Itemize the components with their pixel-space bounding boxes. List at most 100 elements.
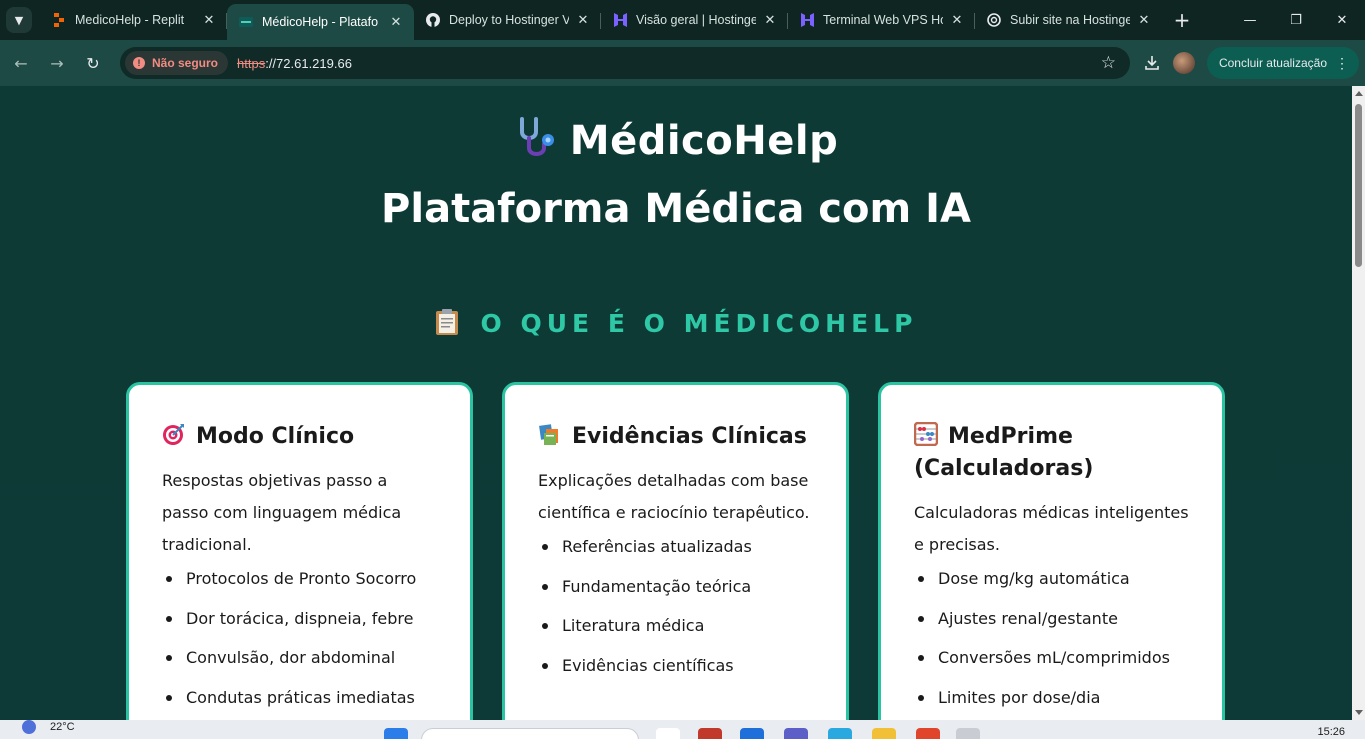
tab-list: MedicoHelp - Replit ✕ MédicoHelp - Plata… (40, 0, 1196, 40)
back-icon[interactable]: ← (6, 48, 36, 78)
tab-search-button[interactable]: ▼ (6, 7, 32, 33)
taskbar-search[interactable] (421, 728, 639, 739)
url-text[interactable]: https://72.61.219.66 (237, 56, 352, 71)
list-item: Dose mg/kg automática (914, 569, 1189, 589)
brand-title: MédicoHelp (569, 118, 839, 164)
abacus-icon (913, 421, 939, 447)
teams-icon[interactable] (784, 728, 808, 739)
section-title: O QUE É O MÉDICOHELP (480, 309, 918, 338)
scroll-up-icon[interactable] (1355, 91, 1363, 96)
bookmark-star-icon[interactable]: ☆ (1101, 53, 1116, 73)
minimize-icon[interactable]: — (1227, 0, 1273, 40)
new-tab-button[interactable]: + (1168, 6, 1196, 34)
tab-title: MedicoHelp - Replit (75, 13, 185, 27)
list-item: Ajustes renal/gestante (914, 609, 1189, 629)
app-icon[interactable] (698, 728, 722, 739)
tab-strip: ▼ MedicoHelp - Replit ✕ MédicoHelp - Pla… (0, 0, 1365, 40)
url-host: ://72.61.219.66 (265, 55, 352, 71)
close-icon[interactable]: ✕ (388, 14, 404, 30)
clock[interactable]: 15:26 (1317, 726, 1345, 738)
page-subtitle: Plataforma Médica com IA (381, 186, 971, 232)
card-feature-list: Dose mg/kg automática Ajustes renal/gest… (914, 569, 1189, 708)
edge-icon[interactable] (740, 728, 764, 739)
close-icon[interactable]: ✕ (949, 12, 965, 28)
tab-deploy-hostinger[interactable]: Deploy to Hostinger V ✕ (414, 3, 601, 37)
chrome-icon[interactable] (956, 728, 980, 739)
card-title: MedPrime (Calculadoras) (914, 424, 1094, 481)
download-icon[interactable] (1137, 48, 1167, 78)
update-button[interactable]: Concluir atualização ⋮ (1206, 47, 1359, 79)
hostinger-icon (800, 13, 814, 27)
close-icon[interactable]: ✕ (1136, 12, 1152, 28)
card-description: Explicações detalhadas com base científi… (538, 471, 810, 522)
tab-title: Terminal Web VPS Ho (823, 13, 943, 27)
security-label: Não seguro (152, 56, 219, 70)
profile-avatar[interactable] (1172, 52, 1195, 74)
window-controls: — ❐ ✕ (1227, 0, 1365, 40)
list-item: Protocolos de Pronto Socorro (162, 569, 437, 589)
address-bar[interactable]: ! Não seguro https://72.61.219.66 ☆ (120, 47, 1130, 79)
list-item: Convulsão, dor abdominal (162, 648, 437, 668)
list-item: Literatura médica (538, 616, 813, 636)
browser-toolbar: ← → ↻ ! Não seguro https://72.61.219.66 … (0, 40, 1365, 86)
list-item: Referências atualizadas (538, 537, 813, 557)
toolbar-right: Concluir atualização ⋮ (1137, 40, 1365, 86)
tab-visao-geral-hostinger[interactable]: Visão geral | Hostinge ✕ (601, 3, 788, 37)
more-menu-icon[interactable]: ⋮ (1335, 55, 1349, 72)
list-item: Dor torácica, dispneia, febre (162, 609, 437, 629)
list-item: Fundamentação teórica (538, 577, 813, 597)
list-item: Limites por dose/dia (914, 688, 1189, 708)
store-icon[interactable] (828, 728, 852, 739)
replit-icon (52, 13, 66, 27)
windows-taskbar: 22°C 15:26 (0, 720, 1365, 739)
site-icon (239, 15, 253, 29)
books-icon (538, 422, 562, 446)
github-icon (426, 13, 440, 27)
tab-medicohelp-replit[interactable]: MedicoHelp - Replit ✕ (40, 3, 227, 37)
file-explorer-icon[interactable] (872, 728, 896, 739)
card-description: Respostas objetivas passo a passo com li… (162, 471, 402, 554)
scrollbar-thumb[interactable] (1355, 104, 1362, 267)
close-window-icon[interactable]: ✕ (1319, 0, 1365, 40)
reload-icon[interactable]: ↻ (78, 48, 108, 78)
scroll-down-icon[interactable] (1355, 710, 1363, 715)
page-viewport: MédicoHelp Plataforma Médica com IA O QU… (0, 86, 1352, 720)
stethoscope-icon (514, 116, 560, 170)
update-label: Concluir atualização (1218, 56, 1327, 70)
tab-title: Deploy to Hostinger V (449, 13, 569, 27)
card-heading: MedPrime (Calculadoras) (913, 421, 1189, 485)
close-icon[interactable]: ✕ (201, 12, 217, 28)
start-icon[interactable] (384, 728, 408, 739)
tab-title: Visão geral | Hostinge (636, 13, 756, 27)
app-icon[interactable] (916, 728, 940, 739)
tab-title: Subir site na Hostinge (1010, 13, 1130, 27)
tab-subir-site-hostinger[interactable]: Subir site na Hostinge ✕ (975, 3, 1162, 37)
list-item: Condutas práticas imediatas (162, 688, 437, 708)
page-scrollbar[interactable] (1352, 86, 1365, 720)
card-medprime-calculadoras: MedPrime (Calculadoras) Calculadoras méd… (878, 382, 1225, 720)
security-indicator[interactable]: ! Não seguro (125, 51, 229, 75)
brand-heading: MédicoHelp (0, 116, 1352, 170)
card-heading: Modo Clínico (162, 421, 437, 453)
restore-icon[interactable]: ❐ (1273, 0, 1319, 40)
card-title: Evidências Clínicas (572, 424, 807, 449)
forward-icon[interactable]: → (42, 48, 72, 78)
close-icon[interactable]: ✕ (762, 12, 778, 28)
list-item: Conversões mL/comprimidos (914, 648, 1189, 668)
tab-terminal-web-vps[interactable]: Terminal Web VPS Ho ✕ (788, 3, 975, 37)
card-modo-clinico: Modo Clínico Respostas objetivas passo a… (126, 382, 473, 720)
tab-title: MédicoHelp - Platafo (262, 15, 379, 29)
close-icon[interactable]: ✕ (575, 12, 591, 28)
weather-widget[interactable]: 22°C (22, 720, 75, 734)
card-evidencias-clinicas: Evidências Clínicas Explicações detalhad… (502, 382, 849, 720)
list-item: Evidências científicas (538, 656, 813, 676)
task-view-icon[interactable] (656, 728, 680, 739)
card-feature-list: Protocolos de Pronto Socorro Dor torácic… (162, 569, 437, 708)
tab-medicohelp-plataforma[interactable]: MédicoHelp - Platafo ✕ (227, 4, 414, 40)
hostinger-icon (613, 13, 627, 27)
card-feature-list: Referências atualizadas Fundamentação te… (538, 537, 813, 676)
card-heading: Evidências Clínicas (538, 421, 813, 453)
url-scheme: https (237, 55, 266, 71)
warning-icon: ! (133, 57, 145, 69)
weather-icon (22, 720, 36, 734)
